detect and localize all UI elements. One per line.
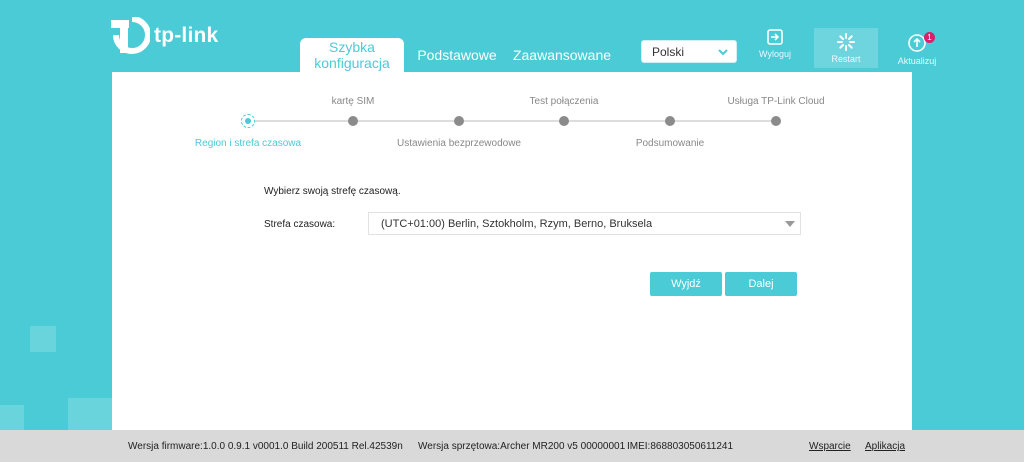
update-badge: 1 — [924, 32, 935, 43]
logout-label: Wyloguj — [759, 49, 791, 59]
step-dot-summary[interactable] — [665, 116, 675, 126]
step-label-sim: kartę SIM — [331, 96, 375, 107]
step-dot-sim[interactable] — [348, 116, 358, 126]
exit-button[interactable]: Wyjdź — [650, 272, 722, 296]
step-label-summary: Podsumowanie — [635, 138, 705, 149]
step-label-test: Test połączenia — [529, 96, 599, 107]
main-panel — [112, 72, 912, 430]
tplink-logo: tp-link — [110, 17, 218, 55]
support-link[interactable]: Wsparcie — [809, 441, 851, 452]
update-label: Aktualizuj — [897, 56, 937, 66]
decor-square — [0, 405, 24, 431]
tplink-logo-icon — [111, 17, 150, 54]
logo-text: tp-link — [154, 24, 219, 47]
imei-value: IMEI:868803050611241 — [627, 441, 734, 452]
step-label-region: Region i strefa czasowa — [194, 138, 302, 149]
tab-quick-setup[interactable]: Szybka konfiguracja — [300, 38, 404, 72]
restart-spinner-icon — [837, 33, 855, 51]
chevron-down-icon — [718, 49, 728, 56]
tab-basic[interactable]: Podstawowe — [417, 38, 496, 72]
logout-icon — [767, 29, 783, 45]
step-label-cloud: Usługa TP-Link Cloud — [727, 96, 825, 107]
timezone-value: (UTC+01:00) Berlin, Sztokholm, Rzym, Ber… — [381, 217, 653, 230]
firmware-version: Wersja firmware:1.0.0 0.9.1 v0001.0 Buil… — [128, 441, 403, 452]
instruction-text: Wybierz swoją strefę czasową. — [264, 186, 401, 197]
decor-square — [68, 398, 112, 430]
restart-label: Restart — [831, 54, 861, 64]
stepper-line — [248, 120, 776, 122]
logout-button[interactable]: Wyloguj — [743, 28, 807, 68]
update-button[interactable]: 1 Aktualizuj — [885, 28, 949, 68]
decor-square — [30, 326, 56, 352]
step-dot-cloud[interactable] — [771, 116, 781, 126]
timezone-select[interactable]: (UTC+01:00) Berlin, Sztokholm, Rzym, Ber… — [368, 212, 801, 235]
next-button[interactable]: Dalej — [725, 272, 797, 296]
language-value: Polski — [652, 44, 685, 59]
hardware-version: Wersja sprzętowa:Archer MR200 v5 0000000… — [418, 441, 626, 452]
step-dot-wireless[interactable] — [454, 116, 464, 126]
step-dot-test[interactable] — [559, 116, 569, 126]
step-dot-region[interactable] — [241, 114, 255, 128]
step-label-wireless: Ustawienia bezprzewodowe — [397, 138, 521, 149]
tab-advanced[interactable]: Zaawansowane — [513, 38, 611, 72]
timezone-label: Strefa czasowa: — [264, 219, 336, 230]
language-select[interactable]: Polski — [641, 40, 737, 63]
restart-button[interactable]: Restart — [814, 28, 878, 68]
dropdown-arrow-icon — [785, 221, 795, 227]
footer: Wersja firmware:1.0.0 0.9.1 v0001.0 Buil… — [0, 430, 1024, 462]
app-link[interactable]: Aplikacja — [865, 441, 905, 452]
